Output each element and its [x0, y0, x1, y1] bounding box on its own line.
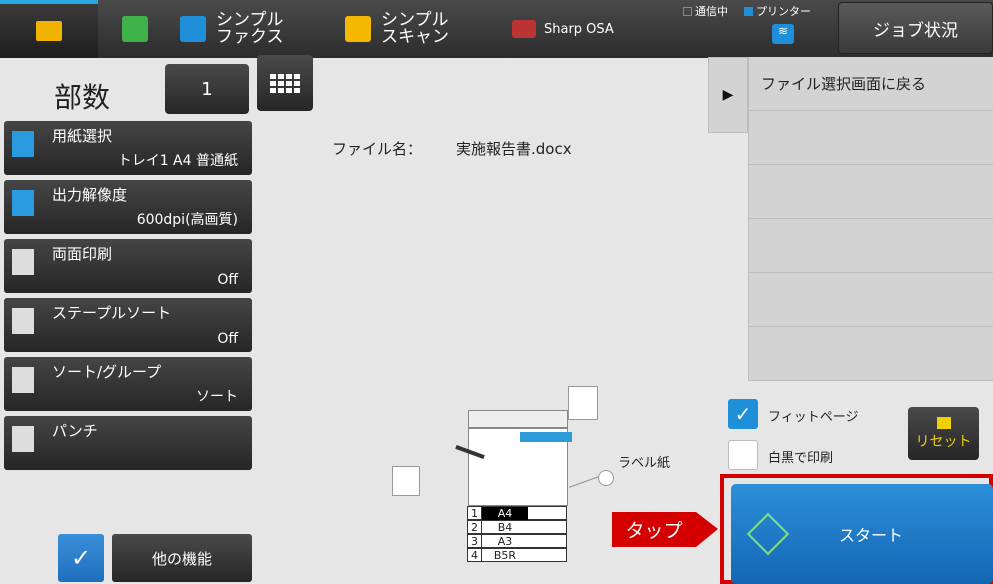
start-button[interactable]: スタート	[731, 484, 993, 584]
confirm-check-button[interactable]: ✓	[58, 534, 104, 582]
right-panel: ファイル選択画面に戻る	[748, 57, 993, 381]
simple-fax-label: シンプル ファクス	[216, 10, 284, 47]
paper-select-title: 用紙選択	[52, 127, 113, 145]
panel-empty-row	[748, 165, 993, 219]
job-status-button[interactable]: ジョブ状況	[838, 2, 993, 54]
panel-empty-row	[748, 273, 993, 327]
tray-number: 1	[468, 506, 482, 520]
punch-button[interactable]: パンチ	[4, 416, 252, 470]
punch-icon	[12, 426, 34, 452]
file-name-row: ファイル名： 実施報告書.docx	[332, 138, 606, 159]
checkmark-icon: ✓	[70, 544, 92, 572]
printer-indicator-icon	[744, 6, 753, 16]
eraser-icon	[936, 416, 951, 429]
play-arrow-icon: ▶	[722, 87, 734, 103]
document-stack-icon	[392, 466, 420, 496]
tray-number: 2	[468, 520, 482, 534]
simple-scan-label: シンプル スキャン	[381, 10, 449, 47]
duplex-value: Off	[217, 272, 238, 288]
panel-empty-row	[748, 327, 993, 381]
copy-app-button[interactable]	[122, 0, 148, 58]
keypad-icon	[270, 73, 300, 93]
copy-app-icon	[122, 16, 148, 42]
sort-group-button[interactable]: ソート/グループ ソート	[4, 357, 252, 411]
file-name-label: ファイル名：	[332, 140, 423, 158]
paper-select-value: トレイ1 A4 普通紙	[117, 153, 238, 169]
staple-sort-button[interactable]: ステープルソート Off	[4, 298, 252, 352]
panel-empty-row	[748, 111, 993, 165]
tap-callout: タップ	[612, 512, 718, 547]
fax-icon	[180, 16, 206, 42]
duplex-title: 両面印刷	[52, 245, 113, 263]
copies-label: 部数	[54, 81, 111, 114]
panel-empty-row	[748, 219, 993, 273]
duplex-button[interactable]: 両面印刷 Off	[4, 239, 252, 293]
staple-icon	[12, 308, 34, 334]
keypad-button[interactable]	[257, 55, 313, 111]
comm-indicator-icon	[683, 6, 692, 16]
duplex-icon	[12, 249, 34, 275]
sort-title: ソート/グループ	[52, 363, 162, 381]
reset-label: リセット	[915, 433, 972, 450]
bw-print-checkbox[interactable]	[728, 440, 758, 470]
sort-icon	[12, 367, 34, 393]
tray-number: 3	[468, 534, 482, 548]
top-bar: シンプル ファクス シンプル スキャン Sharp OSA 通信中 プリンター …	[0, 0, 993, 58]
checkmark-icon: ✓	[734, 402, 752, 426]
sort-value: ソート	[196, 389, 238, 405]
copies-input[interactable]: 1	[165, 64, 249, 114]
scan-icon	[345, 16, 371, 42]
osa-icon	[512, 20, 536, 38]
resolution-title: 出力解像度	[52, 186, 128, 204]
tray-number: 4	[468, 548, 482, 562]
tray-size: B4	[497, 520, 513, 534]
staple-value: Off	[217, 331, 238, 347]
start-diamond-icon	[746, 512, 790, 556]
simple-fax-button[interactable]: シンプル ファクス	[180, 0, 284, 58]
bypass-document-icon	[598, 470, 614, 486]
tray-4: 4 B5R	[467, 548, 567, 562]
tray-size: A3	[497, 534, 513, 548]
bw-print-label: 白黒で印刷	[768, 451, 834, 466]
printer-status-text: プリンター	[756, 5, 811, 18]
other-functions-button[interactable]: 他の機能	[112, 534, 252, 582]
resolution-icon	[12, 190, 34, 216]
printer-panel	[520, 432, 572, 442]
start-label: スタート	[839, 526, 904, 545]
comm-status-text: 通信中	[695, 5, 728, 18]
fit-page-checkbox[interactable]: ✓	[728, 399, 758, 429]
staple-title: ステープルソート	[52, 304, 172, 322]
resolution-value: 600dpi(高画質)	[136, 212, 238, 228]
sharp-osa-label: Sharp OSA	[544, 21, 614, 37]
back-to-file-select-button[interactable]: ファイル選択画面に戻る	[748, 57, 993, 111]
printer-scanner-lid	[468, 410, 568, 428]
comm-status: 通信中	[683, 3, 728, 19]
paper-select-icon	[12, 131, 34, 157]
file-name-value: 実施報告書.docx	[456, 140, 572, 158]
home-folder-tab[interactable]	[0, 0, 98, 58]
resolution-button[interactable]: 出力解像度 600dpi(高画質)	[4, 180, 252, 234]
wifi-icon[interactable]: ≋	[772, 24, 794, 44]
label-paper-text: ラベル紙	[618, 456, 671, 471]
tray-size: B5R	[493, 548, 517, 562]
folder-icon	[36, 21, 62, 41]
fit-page-label: フィットページ	[768, 410, 859, 425]
reset-button[interactable]: リセット	[908, 407, 979, 460]
document-stack-icon	[568, 386, 598, 420]
tray-2: 2 B4	[467, 520, 567, 534]
tray-1: 1 A4	[467, 506, 567, 520]
simple-scan-button[interactable]: シンプル スキャン	[345, 0, 449, 58]
sharp-osa-button[interactable]: Sharp OSA	[512, 0, 614, 58]
punch-title: パンチ	[52, 422, 98, 440]
paper-select-button[interactable]: 用紙選択 トレイ1 A4 普通紙	[4, 121, 252, 175]
printer-status: プリンター	[744, 3, 811, 19]
panel-toggle-button[interactable]: ▶	[708, 57, 748, 133]
tray-size: A4	[482, 506, 528, 520]
tray-3: 3 A3	[467, 534, 567, 548]
